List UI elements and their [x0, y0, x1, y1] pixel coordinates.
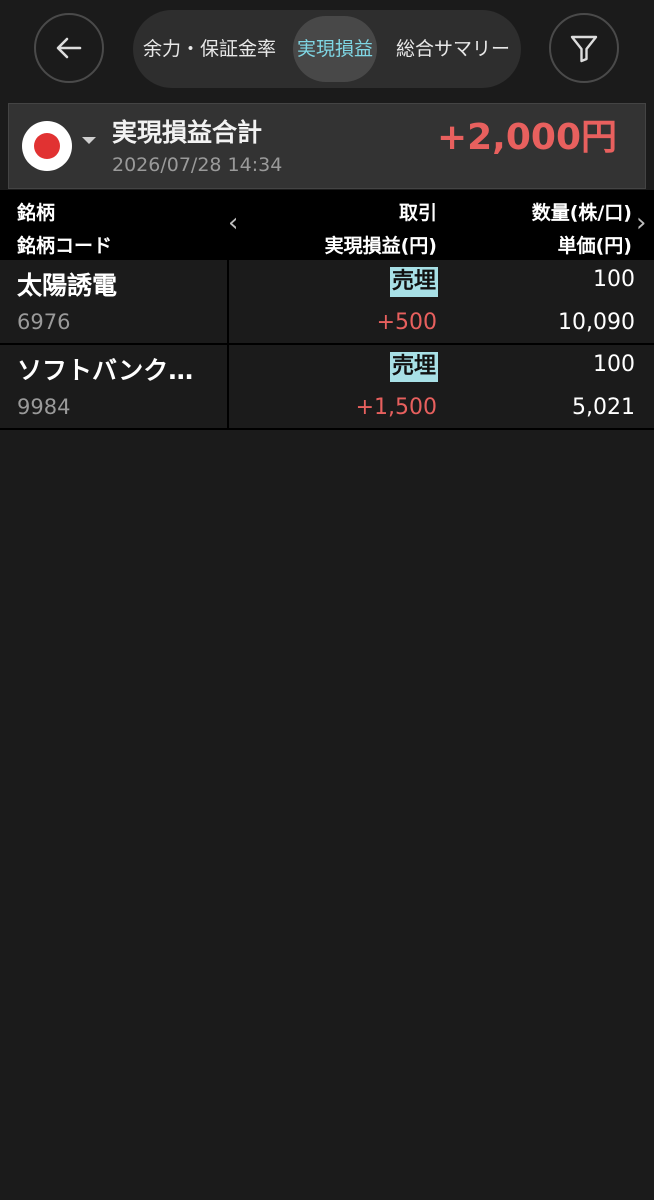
- header-trade: 取引: [398, 202, 437, 224]
- tab-margin-summary[interactable]: 余力・保証金率: [143, 16, 276, 82]
- summary-timestamp: 2026/07/28 14:34: [112, 154, 283, 176]
- top-bar: 余力・保証金率 実現損益 総合サマリー: [0, 0, 654, 100]
- japan-flag-icon[interactable]: [22, 121, 72, 171]
- trade-type-badge: 売埋: [389, 352, 438, 382]
- header-name: 銘柄: [17, 202, 56, 224]
- table-row[interactable]: 太陽誘電 6976 売埋 +500 100 10,090: [0, 260, 654, 345]
- stock-code: 9984: [17, 395, 71, 419]
- table-row[interactable]: ソフトバンク… 9984 売埋 +1,500 100 5,021: [0, 345, 654, 430]
- unit-price: 5,021: [572, 395, 635, 420]
- summary-title: 実現損益合計: [112, 118, 263, 147]
- tab-realized-pnl[interactable]: 実現損益: [293, 16, 377, 82]
- header-pnl: 実現損益(円): [324, 235, 437, 257]
- back-button[interactable]: [34, 13, 104, 83]
- column-divider: [227, 345, 229, 428]
- stock-name: ソフトバンク…: [17, 356, 194, 385]
- summary-total-pnl: +2,000円: [436, 117, 617, 158]
- quantity: 100: [593, 267, 635, 292]
- stock-name: 太陽誘電: [17, 271, 118, 300]
- quantity: 100: [593, 352, 635, 377]
- realized-pnl: +500: [376, 310, 437, 335]
- filter-icon: [570, 35, 598, 63]
- chevron-down-icon[interactable]: [82, 137, 96, 144]
- filter-button[interactable]: [549, 13, 619, 83]
- chevron-right-icon[interactable]: ›: [636, 210, 646, 236]
- tab-total-summary[interactable]: 総合サマリー: [396, 16, 510, 82]
- unit-price: 10,090: [558, 310, 635, 335]
- header-qty: 数量(株/口): [531, 202, 632, 224]
- stock-code: 6976: [17, 310, 71, 334]
- realized-pnl: +1,500: [355, 395, 437, 420]
- header-code: 銘柄コード: [17, 235, 113, 257]
- chevron-left-icon[interactable]: ‹: [228, 210, 238, 236]
- trade-type-badge: 売埋: [389, 267, 438, 297]
- realized-pnl-summary: 実現損益合計 2026/07/28 14:34 +2,000円: [8, 103, 646, 189]
- segment-control: 余力・保証金率 実現損益 総合サマリー: [133, 10, 521, 88]
- header-price: 単価(円): [557, 235, 632, 257]
- table-header: 銘柄 銘柄コード ‹ 取引 実現損益(円) 数量(株/口) 単価(円) ›: [0, 190, 654, 260]
- arrow-left-icon: [56, 37, 82, 59]
- column-divider: [227, 260, 229, 343]
